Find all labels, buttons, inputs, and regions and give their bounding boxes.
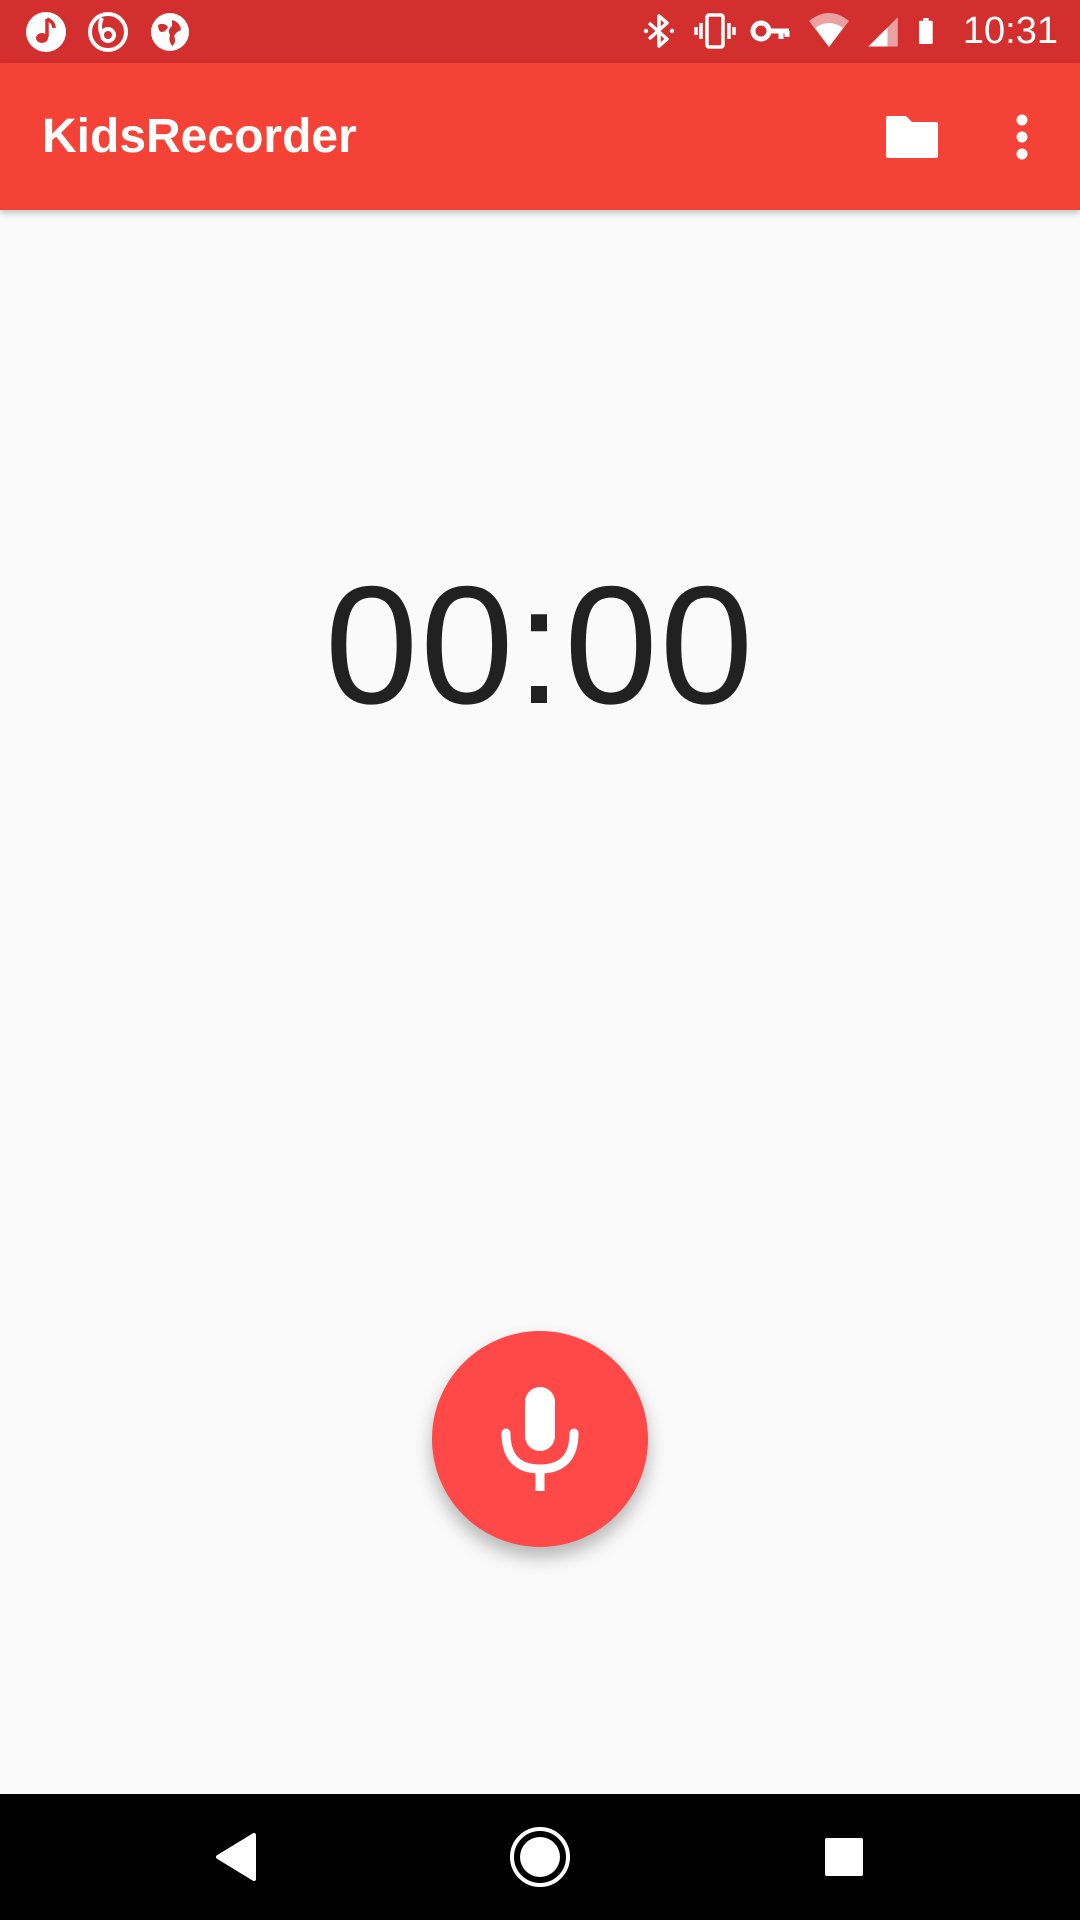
folder-icon	[886, 116, 938, 158]
recording-timer: 00:00	[324, 551, 756, 739]
recents-icon	[825, 1838, 863, 1876]
navigation-bar	[0, 1794, 1080, 1920]
battery-icon	[918, 18, 933, 44]
globe-notification-icon	[151, 13, 189, 51]
home-icon	[510, 1827, 570, 1887]
nav-back-button[interactable]	[196, 1817, 276, 1897]
swirl-notification-icon	[88, 12, 128, 52]
nav-home-button[interactable]	[500, 1817, 580, 1897]
wifi-icon	[808, 13, 849, 47]
status-time: 10:31	[962, 10, 1058, 52]
recordings-folder-button[interactable]	[872, 107, 952, 167]
more-vert-icon	[1016, 114, 1028, 160]
back-icon	[216, 1833, 256, 1881]
app-bar: KidsRecorder	[0, 63, 1080, 210]
vibrate-icon	[694, 13, 736, 49]
system-status-icons: 10:31	[637, 8, 1058, 54]
app-title: KidsRecorder	[42, 110, 357, 163]
notification-icons	[24, 10, 192, 54]
bluetooth-icon	[643, 14, 675, 48]
overflow-menu-button[interactable]	[1000, 103, 1044, 171]
microphone-icon	[501, 1387, 579, 1491]
screen: 10:31 KidsRecorder 00:00	[0, 0, 1080, 1920]
music-notification-icon	[26, 12, 66, 52]
record-button[interactable]	[432, 1331, 648, 1547]
cell-signal-icon	[868, 17, 898, 47]
status-bar: 10:31	[0, 0, 1080, 63]
nav-recents-button[interactable]	[804, 1817, 884, 1897]
vpn-key-icon	[750, 20, 790, 42]
